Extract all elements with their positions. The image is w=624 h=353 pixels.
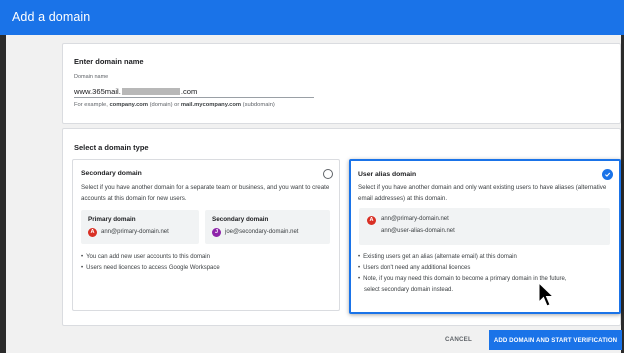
domain-type-section-title: Select a domain type: [74, 143, 149, 152]
mouse-cursor-icon: [538, 282, 554, 307]
domain-input-underline: [74, 97, 314, 98]
list-item: Note, if you may need this domain to bec…: [358, 274, 566, 285]
domain-name-input[interactable]: www.365mail. .com: [74, 87, 197, 96]
user-alias-domain-radio-checked[interactable]: [602, 169, 613, 180]
redacted-text: [121, 88, 180, 95]
list-item: Existing users get an alias (alternate e…: [358, 252, 567, 263]
secondary-domain-example: Secondary domain J joe@secondary-domain.…: [205, 210, 330, 244]
primary-domain-example-email: ann@primary-domain.net: [101, 229, 169, 235]
secondary-domain-bullets: You can add new user accounts to this do…: [81, 252, 220, 274]
cancel-button[interactable]: CANCEL: [445, 336, 472, 343]
list-item: Users need licences to access Google Wor…: [81, 263, 220, 274]
secondary-domain-radio[interactable]: [323, 169, 333, 179]
dialog-header: Add a domain: [0, 0, 624, 35]
checkmark-icon: [605, 172, 611, 177]
add-domain-and-start-verification-button[interactable]: ADD DOMAIN AND START VERIFICATION: [489, 330, 622, 350]
user-alias-domain-title: User alias domain: [358, 171, 417, 178]
secondary-domain-title: Secondary domain: [81, 170, 142, 177]
user-alias-domain-bullets: Existing users get an alias (alternate e…: [358, 252, 567, 296]
user-alias-domain-description: Select if you have another domain and on…: [358, 184, 607, 202]
domain-name-section-title: Enter domain name: [74, 57, 144, 66]
primary-domain-example: Primary domain A ann@primary-domain.net: [81, 210, 199, 244]
list-item-continuation: select secondary domain instead.: [364, 287, 454, 293]
secondary-domain-example-email: joe@secondary-domain.net: [225, 229, 299, 235]
avatar: A: [88, 228, 97, 237]
avatar: J: [212, 228, 221, 237]
alias-example-alias-email: ann@user-alias-domain.net: [381, 228, 455, 234]
domain-name-field-label: Domain name: [74, 74, 109, 80]
primary-domain-example-title: Primary domain: [88, 216, 136, 223]
avatar: A: [367, 216, 376, 225]
domain-name-card: Enter domain name Domain name www.365mai…: [62, 43, 621, 124]
alias-domain-example: A ann@primary-domain.net ann@user-alias-…: [359, 208, 610, 245]
secondary-domain-example-title: Secondary domain: [212, 216, 269, 223]
domain-name-hint: For example, company.com (domain) or mai…: [74, 102, 275, 108]
secondary-domain-description: Select if you have another domain for a …: [81, 184, 330, 202]
user-alias-domain-option[interactable]: User alias domain Select if you have ano…: [349, 159, 621, 314]
list-item: You can add new user accounts to this do…: [81, 252, 220, 263]
domain-value-suffix: .com: [180, 87, 198, 96]
secondary-domain-option[interactable]: Secondary domain Select if you have anot…: [72, 159, 340, 311]
dialog-title: Add a domain: [12, 10, 91, 24]
domain-value-prefix: www.365mail.: [74, 87, 121, 96]
list-item: Users don't need any additional licences: [358, 263, 567, 274]
alias-example-primary-email: ann@primary-domain.net: [381, 216, 449, 222]
